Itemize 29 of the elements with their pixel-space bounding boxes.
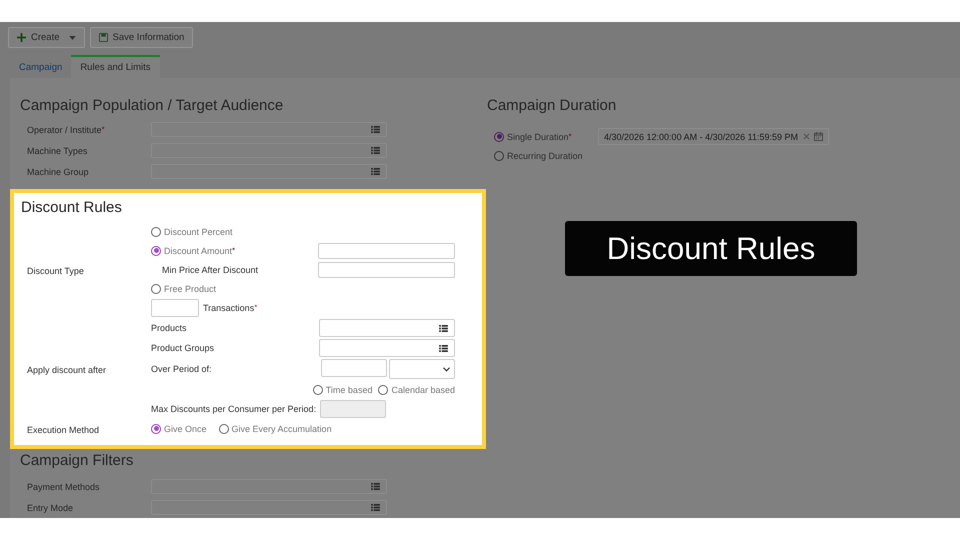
radio-label: Give Once [164, 424, 207, 434]
field-label: Machine Group [27, 166, 90, 176]
section-title: Discount Rules [20, 198, 123, 218]
field-label: Products [151, 323, 187, 333]
save-button[interactable]: Save Information [90, 27, 194, 48]
field-label: Execution Method [27, 424, 100, 434]
date-range-field[interactable]: 4/30/2026 12:00:00 AM - 4/30/2026 11:59:59 PM [598, 128, 829, 145]
field-label: Payment Methods [27, 482, 101, 492]
radio-label: Discount Percent [164, 226, 233, 236]
radio-label: Give Every Accumulation [232, 424, 332, 434]
radio-label: Free Product [164, 284, 216, 294]
field-label: Over Period of: [151, 364, 212, 374]
create-button[interactable]: Create [8, 27, 85, 48]
field-label: Entry Mode [27, 502, 74, 512]
radio-label: Time based [326, 384, 372, 394]
field-label: Min Price After Discount [161, 264, 258, 274]
field-label: Apply discount after [27, 364, 108, 374]
tab[interactable]: Rules and Limits [71, 55, 160, 78]
field-label: Discount Type [27, 266, 85, 276]
section-title: Campaign Population / Target Audience [20, 96, 284, 116]
field-label: Machine Types [27, 146, 88, 156]
radio-label: Calendar based [391, 384, 455, 394]
radio-label: Recurring Duration [507, 150, 583, 160]
tab[interactable]: Campaign [10, 55, 72, 78]
section-title: Campaign Duration [487, 96, 618, 116]
callout-label: Discount Rules [565, 221, 857, 276]
field-label: Max Discounts per Consumer per Period: [151, 404, 316, 414]
section-title: Campaign Filters [20, 451, 134, 471]
field-label: Product Groups [151, 343, 214, 353]
